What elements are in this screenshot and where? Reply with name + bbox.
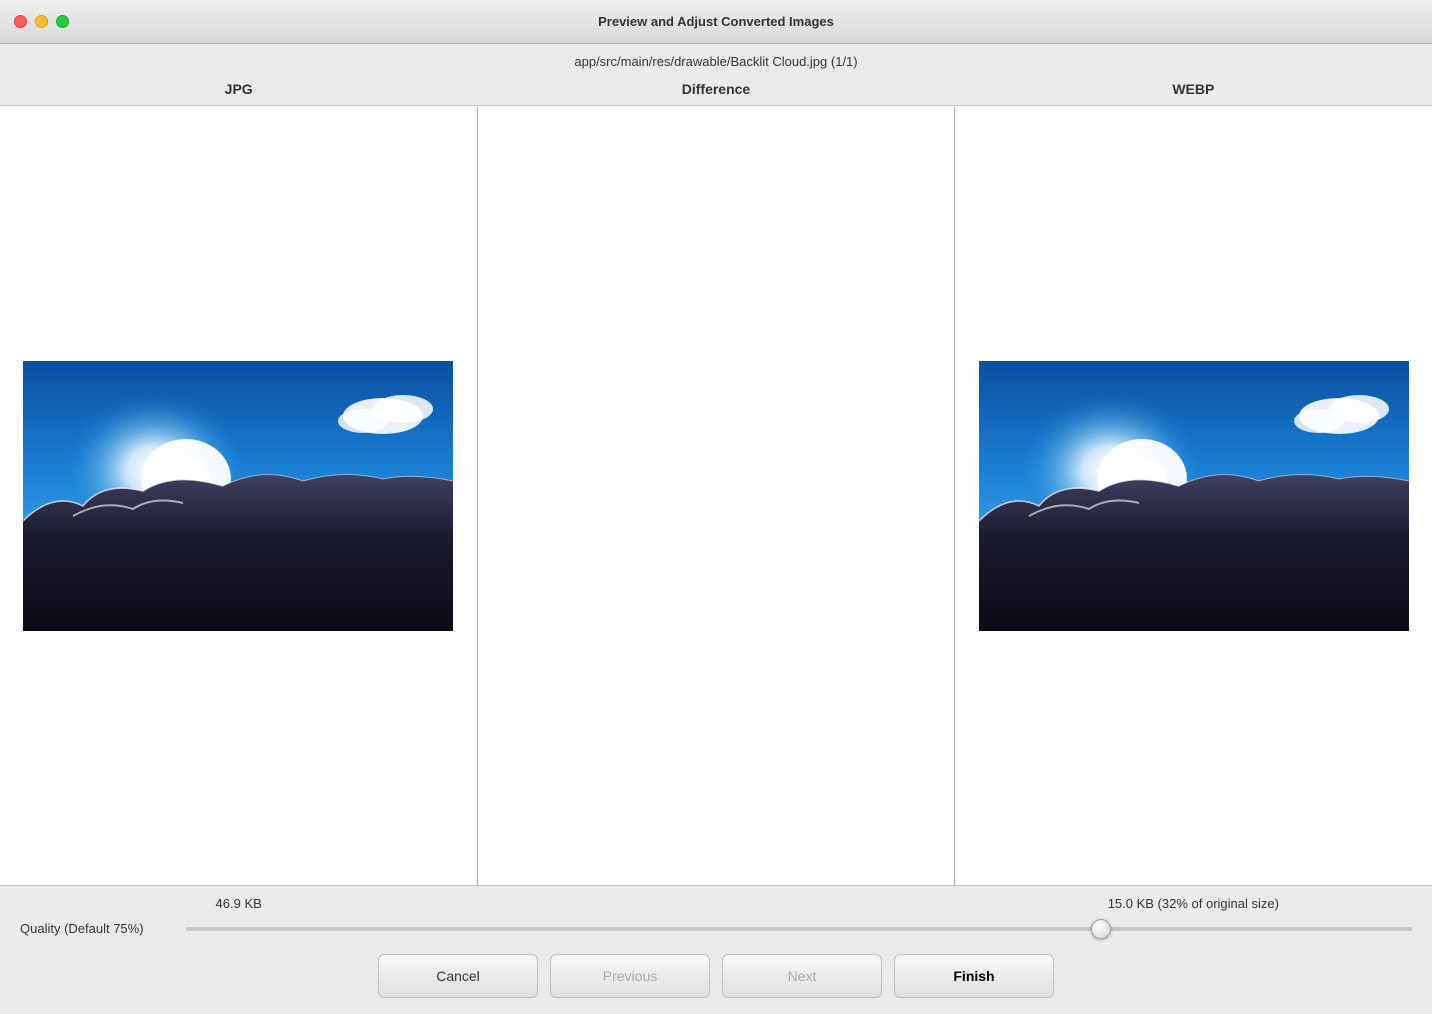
slider-container: [186, 927, 1412, 931]
difference-header: Difference: [477, 75, 954, 105]
main-content: [0, 105, 1432, 885]
quality-label: Quality (Default 75%): [20, 921, 170, 936]
webp-size: 15.0 KB (32% of original size): [955, 896, 1432, 911]
finish-button[interactable]: Finish: [894, 954, 1054, 998]
file-path: app/src/main/res/drawable/Backlit Cloud.…: [0, 44, 1432, 75]
difference-panel: [478, 106, 955, 885]
minimize-button[interactable]: [35, 15, 48, 28]
column-headers: JPG Difference WEBP: [0, 75, 1432, 105]
cancel-button[interactable]: Cancel: [378, 954, 538, 998]
quality-slider[interactable]: [186, 927, 1412, 931]
jpg-panel: [0, 106, 477, 885]
jpg-cloud-image: [23, 361, 453, 631]
webp-cloud-image: [979, 361, 1409, 631]
buttons-row: Cancel Previous Next Finish: [0, 944, 1432, 1014]
window-title: Preview and Adjust Converted Images: [598, 14, 834, 29]
webp-panel: [955, 106, 1432, 885]
title-bar: Preview and Adjust Converted Images: [0, 0, 1432, 44]
webp-image-container: [955, 106, 1432, 885]
difference-content: [501, 361, 931, 631]
maximize-button[interactable]: [56, 15, 69, 28]
bottom-bar: 46.9 KB 15.0 KB (32% of original size) Q…: [0, 885, 1432, 1014]
jpg-image-container: [0, 106, 477, 885]
jpg-size: 46.9 KB: [0, 896, 477, 911]
size-row: 46.9 KB 15.0 KB (32% of original size): [0, 886, 1432, 915]
webp-header: WEBP: [955, 75, 1432, 105]
quality-row: Quality (Default 75%): [0, 915, 1432, 944]
next-button[interactable]: Next: [722, 954, 882, 998]
close-button[interactable]: [14, 15, 27, 28]
previous-button[interactable]: Previous: [550, 954, 710, 998]
jpg-header: JPG: [0, 75, 477, 105]
window-controls: [14, 15, 69, 28]
difference-image: [501, 361, 931, 631]
